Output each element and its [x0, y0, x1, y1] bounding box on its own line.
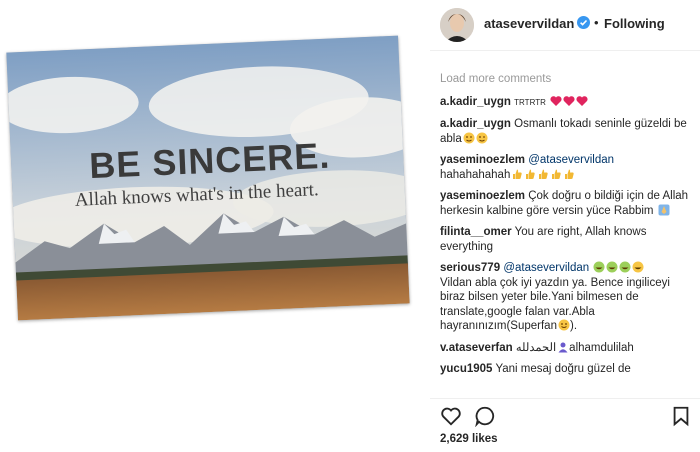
comment-item: serious779 @atasevervildan Vildan abla ç… [440, 261, 692, 334]
wink-emoji-icon [476, 132, 488, 143]
avatar[interactable] [440, 8, 474, 42]
post-media-area: BE SINCERE. Allah knows what's in the he… [0, 0, 430, 451]
bookmark-icon[interactable] [670, 405, 692, 427]
thumbs-up-emoji-icon [526, 169, 536, 179]
comment-username[interactable]: yaseminoezlem [440, 154, 525, 166]
post-header: atasevervildan • Following [430, 0, 700, 51]
wink-emoji-icon [463, 132, 475, 143]
comment-item: filinta__omer You are right, Allah knows… [440, 225, 692, 254]
thumbs-up-emoji-icon [565, 169, 575, 179]
post-sidebar: atasevervildan • Following Load more com… [430, 0, 700, 452]
laughing-emoji-icon [593, 261, 605, 273]
profile-username[interactable]: atasevervildan [484, 16, 574, 31]
comment-item: a.kadir_uygn Osmanlı tokadı seninle güze… [440, 117, 692, 146]
comment-username[interactable]: yucu1905 [440, 363, 492, 375]
comment-item: a.kadir_uygn TRTRTR [440, 95, 692, 111]
comment-mention[interactable]: @atasevervildan [528, 154, 614, 166]
post-actions: 2,629 likes [430, 398, 700, 452]
comment-text: Vildan abla çok iyi yazdın ya. Bence ing… [440, 276, 670, 333]
comment-item: yucu1905 Yani mesaj doğru güzel de [440, 362, 692, 377]
avatar-image [440, 8, 474, 42]
comment-username[interactable]: yaseminoezlem [440, 190, 525, 202]
likes-count[interactable]: 2,629 likes [440, 433, 498, 445]
heart-emoji-icon [563, 95, 575, 106]
comment-username[interactable]: v.ataseverfan [440, 342, 513, 354]
separator-dot: • [594, 15, 599, 30]
praying-hands-emoji-icon [658, 204, 670, 215]
verified-badge-icon [577, 16, 590, 29]
heart-icon[interactable] [440, 405, 462, 427]
comment-text: Yani mesaj doğru güzel de [495, 363, 631, 375]
comment-text: hahahahahah [440, 168, 511, 181]
comment-item: yaseminoezlem Çok doğru o bildiği için d… [440, 189, 692, 218]
post-image[interactable]: BE SINCERE. Allah knows what's in the he… [6, 35, 410, 321]
laughing-emoji-icon [606, 261, 618, 273]
comment-username[interactable]: a.kadir_uygn [440, 96, 511, 108]
comment-text: alhamdulilah [569, 341, 634, 354]
laughing-emoji-icon [619, 261, 631, 273]
comment-username[interactable]: serious779 [440, 262, 500, 274]
smile-emoji-icon [558, 319, 570, 331]
comment-text-end: ). [569, 320, 578, 332]
thumbs-up-emoji-icon [513, 169, 523, 179]
laughing-emoji-icon [632, 261, 644, 273]
comment-text-arabic: الحمدلله [515, 341, 557, 354]
person-emoji-icon [558, 342, 568, 352]
comment-item: yaseminoezlem @atasevervildan hahahahaha… [440, 153, 692, 182]
heart-emoji-icon [550, 95, 562, 106]
comment-item: v.ataseverfan الحمدلله alhamdulilah [440, 341, 692, 356]
load-more-comments-link[interactable]: Load more comments [440, 72, 692, 87]
comment-text: TRTRTR [514, 97, 546, 107]
comment-mention[interactable]: @atasevervildan [503, 262, 589, 274]
thumbs-up-emoji-icon [539, 169, 549, 179]
following-button[interactable]: Following [604, 16, 665, 31]
thumbs-up-emoji-icon [552, 169, 562, 179]
comment-username[interactable]: a.kadir_uygn [440, 118, 511, 130]
comments-list: Load more comments a.kadir_uygn TRTRTR a… [440, 72, 692, 398]
comment-username[interactable]: filinta__omer [440, 226, 512, 238]
comment-icon[interactable] [474, 405, 496, 427]
heart-emoji-icon [576, 95, 588, 106]
